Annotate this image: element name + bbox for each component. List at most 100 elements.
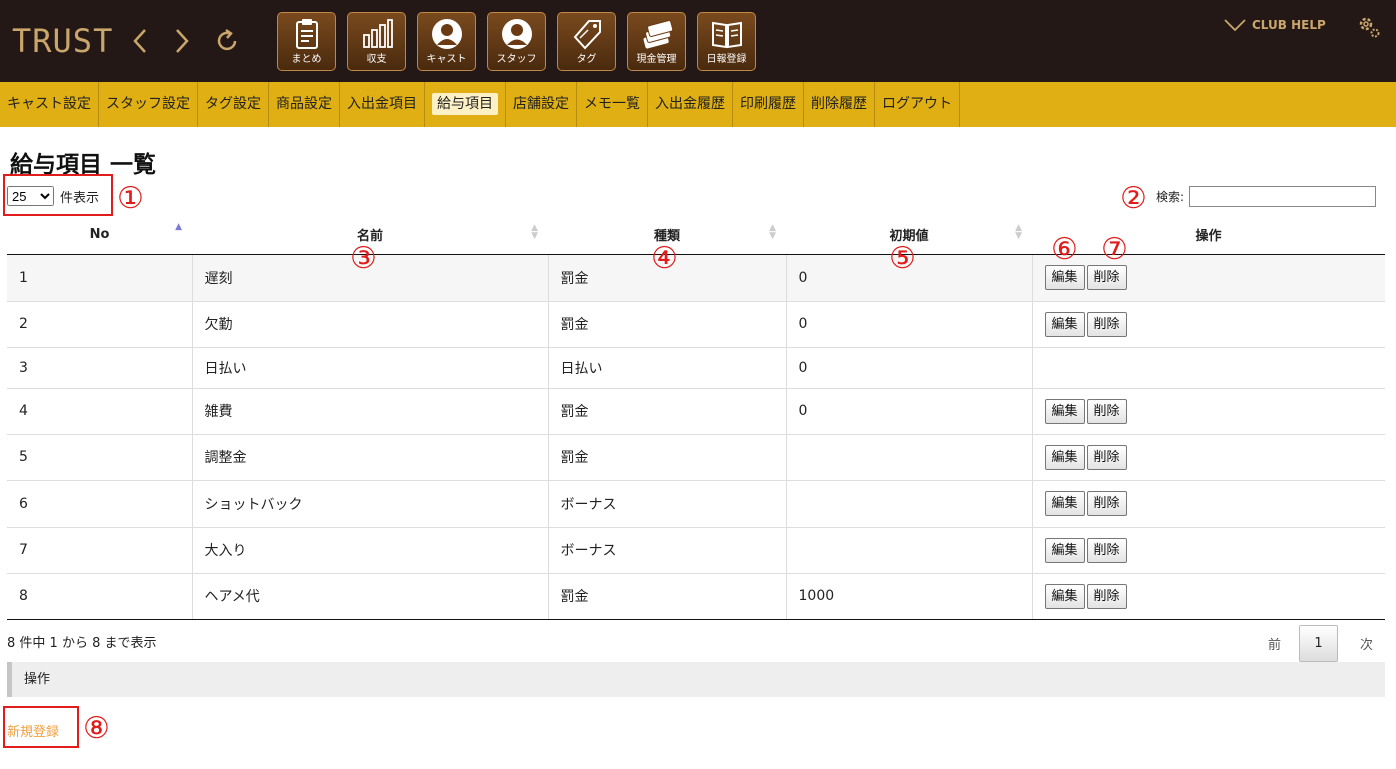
- cell-name: 欠勤: [192, 301, 549, 348]
- cell-actions: 編集 削除: [1032, 301, 1385, 348]
- pagination-page-1[interactable]: 1: [1299, 625, 1339, 662]
- bar-chart-icon: [362, 19, 393, 48]
- menu-logout[interactable]: ログアウト: [875, 82, 960, 127]
- menu-product-settings[interactable]: 商品設定: [269, 82, 340, 127]
- delete-button[interactable]: 削除: [1086, 537, 1127, 563]
- tool-button-balance[interactable]: 収支: [347, 12, 406, 71]
- menu-tag-settings[interactable]: タグ設定: [198, 82, 269, 127]
- cell-no: 5: [7, 434, 193, 481]
- new-registration-link[interactable]: 新規登録: [7, 721, 59, 740]
- tool-button-cash[interactable]: 現金管理: [627, 12, 686, 71]
- reload-icon[interactable]: [214, 26, 240, 56]
- operations-label: 操作: [24, 672, 51, 687]
- edit-button[interactable]: 編集: [1044, 444, 1085, 470]
- table-row: 1 遅刻 罰金 0 編集 削除: [7, 254, 1385, 302]
- table-row: 8 ヘアメ代 罰金 1000 編集 削除: [7, 573, 1385, 620]
- top-header: TRUST まとめ 収支 キャスト スタッフ タグ 現金管理 日報登録 CLUB…: [0, 0, 1396, 82]
- cell-initial-value: 0: [786, 347, 1033, 389]
- delete-button[interactable]: 削除: [1086, 398, 1127, 424]
- edit-button[interactable]: 編集: [1044, 583, 1085, 609]
- annotation-marker-7: ⑦: [1101, 232, 1128, 267]
- menu-staff-settings[interactable]: スタッフ設定: [99, 82, 198, 127]
- cell-type: 罰金: [548, 301, 787, 348]
- annotation-marker-1: ①: [117, 181, 144, 216]
- tool-label: 収支: [366, 54, 387, 65]
- edit-button[interactable]: 編集: [1044, 398, 1085, 424]
- settings-gear-icon[interactable]: [1356, 14, 1382, 44]
- search-input[interactable]: [1189, 186, 1377, 207]
- tool-button-tag[interactable]: タグ: [557, 12, 616, 71]
- club-help-link[interactable]: CLUB HELP: [1224, 18, 1326, 32]
- operations-bar: 操作: [7, 662, 1385, 697]
- cell-initial-value: [786, 434, 1033, 481]
- cell-actions: 編集 削除: [1032, 388, 1385, 435]
- pagination-prev[interactable]: 前: [1268, 634, 1281, 653]
- menu-delete-history[interactable]: 削除履歴: [804, 82, 875, 127]
- table-info: 8 件中 1 から 8 まで表示: [7, 636, 157, 651]
- search-label: 検索:: [1156, 190, 1185, 204]
- edit-button[interactable]: 編集: [1044, 265, 1085, 290]
- cell-initial-value: [786, 480, 1033, 528]
- delete-button[interactable]: 削除: [1086, 583, 1127, 609]
- pagination-next[interactable]: 次: [1360, 634, 1373, 653]
- clipboard-icon: [295, 19, 318, 49]
- club-help-label: CLUB HELP: [1252, 18, 1326, 32]
- book-icon: [711, 21, 742, 49]
- menu-memo-list[interactable]: メモ一覧: [577, 82, 648, 127]
- tool-label: タグ: [576, 54, 597, 65]
- tool-button-cast[interactable]: キャスト: [417, 12, 476, 71]
- cell-name: 日払い: [192, 347, 549, 389]
- tool-label: 日報登録: [706, 54, 747, 65]
- cell-type: 罰金: [548, 573, 787, 620]
- cell-type: 日払い: [548, 347, 787, 389]
- edit-button[interactable]: 編集: [1044, 311, 1085, 337]
- table-row: 2 欠勤 罰金 0 編集 削除: [7, 301, 1385, 348]
- edit-button[interactable]: 編集: [1044, 537, 1085, 563]
- cell-no: 4: [7, 388, 193, 435]
- annotation-marker-4: ④: [651, 241, 678, 276]
- tool-button-summary[interactable]: まとめ: [277, 12, 336, 71]
- sort-ascending-icon: ▲: [175, 222, 182, 232]
- staff-person-icon: [501, 19, 532, 49]
- delete-button[interactable]: 削除: [1086, 311, 1127, 337]
- cell-initial-value: 0: [786, 301, 1033, 348]
- cell-no: 1: [7, 254, 193, 302]
- column-header-no[interactable]: No ▲: [7, 216, 192, 255]
- cell-type: ボーナス: [548, 480, 787, 528]
- cell-initial-value: 0: [786, 388, 1033, 435]
- table-row: 3 日払い 日払い 0: [7, 347, 1385, 389]
- cell-actions: 編集 削除: [1032, 480, 1385, 528]
- search-control: 検索:: [1156, 186, 1377, 207]
- delete-button[interactable]: 削除: [1086, 265, 1127, 290]
- menu-print-history[interactable]: 印刷履歴: [733, 82, 804, 127]
- menu-store-settings[interactable]: 店舗設定: [506, 82, 577, 127]
- annotation-marker-3: ③: [350, 241, 377, 276]
- delete-button[interactable]: 削除: [1086, 444, 1127, 470]
- cell-no: 3: [7, 347, 193, 389]
- edit-button[interactable]: 編集: [1044, 491, 1085, 516]
- tool-label: まとめ: [291, 54, 322, 65]
- cell-name: 大入り: [192, 527, 549, 574]
- annotation-marker-5: ⑤: [889, 241, 916, 276]
- menu-salary-items[interactable]: 給与項目: [425, 82, 506, 127]
- tool-label: キャスト: [426, 54, 467, 65]
- tool-label: スタッフ: [496, 54, 537, 65]
- menu-cash-items[interactable]: 入出金項目: [340, 82, 425, 127]
- column-header-actions: 操作: [1032, 216, 1385, 255]
- forward-arrow-icon[interactable]: [172, 26, 192, 56]
- delete-button[interactable]: 削除: [1086, 491, 1127, 516]
- menu-cash-history[interactable]: 入出金履歴: [648, 82, 733, 127]
- tool-button-staff[interactable]: スタッフ: [487, 12, 546, 71]
- table-row: 4 雑費 罰金 0 編集 削除: [7, 388, 1385, 435]
- sort-icon: ▲ ▼: [769, 223, 776, 241]
- cell-no: 7: [7, 527, 193, 574]
- chevron-down-icon: [1224, 19, 1246, 31]
- tag-icon: [573, 20, 601, 50]
- menu-cast-settings[interactable]: キャスト設定: [0, 82, 99, 127]
- tool-button-daily-report[interactable]: 日報登録: [697, 12, 756, 71]
- annotation-marker-2: ②: [1120, 181, 1147, 216]
- cell-initial-value: [786, 527, 1033, 574]
- cell-name: 調整金: [192, 434, 549, 481]
- back-arrow-icon[interactable]: [130, 26, 150, 56]
- cell-no: 2: [7, 301, 193, 348]
